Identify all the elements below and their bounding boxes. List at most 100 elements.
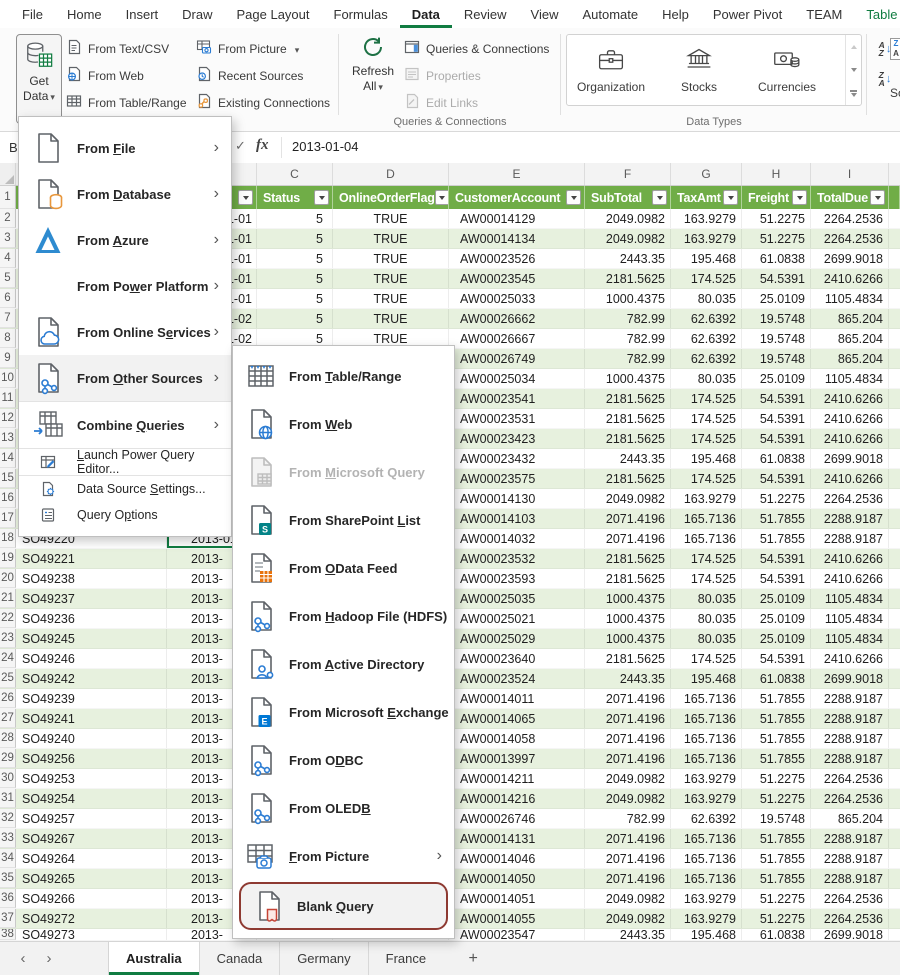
cell-subtotal[interactable]: 782.99 [585, 329, 671, 348]
cell-totaldue[interactable]: 2410.6266 [811, 429, 889, 448]
cell-totaldue[interactable]: 2410.6266 [811, 469, 889, 488]
cell-subtotal[interactable]: 2181.5625 [585, 269, 671, 288]
gallery-scroll-down[interactable] [846, 58, 861, 81]
cell-totaldue[interactable]: 1105.4834 [811, 629, 889, 648]
other-sources-menu-item[interactable]: Blank Query [239, 882, 448, 930]
cell-subtotal[interactable]: 2071.4196 [585, 849, 671, 868]
cell-taxamt[interactable]: 195.468 [671, 669, 742, 688]
enter-check-icon[interactable] [235, 138, 246, 154]
tab-insert[interactable]: Insert [114, 0, 171, 28]
cell-freight[interactable]: 25.0109 [742, 609, 811, 628]
row-number[interactable]: 37 [0, 909, 16, 928]
get-data-menu-item[interactable]: From File [19, 125, 231, 171]
cell-salesorder[interactable]: SO49264 [16, 849, 167, 868]
row-number[interactable]: 16 [0, 489, 16, 508]
cell-totaldue[interactable]: 2410.6266 [811, 409, 889, 428]
row-number[interactable]: 18 [0, 529, 16, 548]
row-number[interactable]: 34 [0, 849, 16, 868]
filter-button[interactable] [870, 190, 885, 205]
other-sources-menu-item[interactable]: From Web [233, 400, 454, 448]
cell-totaldue[interactable]: 2288.9187 [811, 689, 889, 708]
cell-taxamt[interactable]: 163.9279 [671, 769, 742, 788]
cell-totaldue[interactable]: 2288.9187 [811, 829, 889, 848]
cell-customeraccount[interactable]: AW00023532 [449, 549, 585, 568]
cell-salesorder[interactable]: SO49237 [16, 589, 167, 608]
cell-salesorder[interactable]: SO49241 [16, 709, 167, 728]
cell-totaldue[interactable]: 2410.6266 [811, 269, 889, 288]
row-number[interactable]: 4 [0, 249, 16, 268]
get-data-menu-item[interactable]: From Other Sources [19, 355, 231, 401]
cell-taxamt[interactable]: 165.7136 [671, 749, 742, 768]
row-number[interactable]: 30 [0, 769, 16, 788]
tab-review[interactable]: Review [452, 0, 519, 28]
header-customeraccount[interactable]: CustomerAccount [449, 186, 585, 209]
cell-customeraccount[interactable]: AW00014050 [449, 869, 585, 888]
add-sheet-button[interactable] [455, 942, 491, 975]
cell-salesorder[interactable]: SO49245 [16, 629, 167, 648]
cell-subtotal[interactable]: 2049.0982 [585, 229, 671, 248]
cell-salesorder[interactable]: SO49266 [16, 889, 167, 908]
column-header-d[interactable]: D [333, 163, 449, 185]
other-sources-menu-item[interactable]: From Picture [233, 832, 454, 880]
select-all-corner[interactable] [0, 163, 16, 185]
cell-customeraccount[interactable]: AW00023423 [449, 429, 585, 448]
cell-freight[interactable]: 61.0838 [742, 449, 811, 468]
row-number[interactable]: 11 [0, 389, 16, 408]
cell-subtotal[interactable]: 2071.4196 [585, 749, 671, 768]
row-number[interactable]: 27 [0, 709, 16, 728]
other-sources-menu-item[interactable]: From OData Feed [233, 544, 454, 592]
cell-salesorder[interactable]: SO49256 [16, 749, 167, 768]
cell-customeraccount[interactable]: AW00014211 [449, 769, 585, 788]
other-sources-menu-item[interactable]: From Table/Range [233, 352, 454, 400]
data-type-currencies[interactable]: Currencies [743, 35, 831, 105]
cell-freight[interactable]: 54.5391 [742, 569, 811, 588]
filter-button[interactable] [652, 190, 667, 205]
other-sources-menu-item[interactable]: From Microsoft Query [233, 448, 454, 496]
cell-totaldue[interactable]: 865.204 [811, 309, 889, 328]
cell-taxamt[interactable]: 174.525 [671, 389, 742, 408]
cell-totaldue[interactable]: 865.204 [811, 809, 889, 828]
cell-subtotal[interactable]: 2181.5625 [585, 469, 671, 488]
cell-salesorder[interactable]: SO49273 [16, 929, 167, 940]
get-data-menu-item[interactable]: From Online Services [19, 309, 231, 355]
recent-sources-button[interactable]: Recent Sources [196, 62, 330, 89]
cell-totaldue[interactable]: 2699.9018 [811, 669, 889, 688]
cell-subtotal[interactable]: 2071.4196 [585, 729, 671, 748]
cell-customeraccount[interactable]: AW00026662 [449, 309, 585, 328]
cell-totaldue[interactable]: 1105.4834 [811, 289, 889, 308]
cell-salesorder[interactable]: SO49272 [16, 909, 167, 928]
cell-freight[interactable]: 25.0109 [742, 629, 811, 648]
get-data-menu-item[interactable]: Data Source Settings... [19, 475, 231, 502]
cell-customeraccount[interactable]: AW00025033 [449, 289, 585, 308]
cell-taxamt[interactable]: 195.468 [671, 249, 742, 268]
cell-taxamt[interactable]: 174.525 [671, 549, 742, 568]
cell-subtotal[interactable]: 782.99 [585, 809, 671, 828]
column-header-c[interactable]: C [257, 163, 333, 185]
cell-salesorder[interactable]: SO49267 [16, 829, 167, 848]
cell-status[interactable]: 5 [257, 289, 333, 308]
cell-status[interactable]: 5 [257, 229, 333, 248]
cell-taxamt[interactable]: 62.6392 [671, 349, 742, 368]
row-number[interactable]: 12 [0, 409, 16, 428]
column-header-j[interactable] [889, 163, 900, 185]
existing-connections-button[interactable]: Existing Connections [196, 89, 330, 116]
cell-freight[interactable]: 51.2275 [742, 789, 811, 808]
row-number[interactable]: 6 [0, 289, 16, 308]
cell-salesorder[interactable]: SO49239 [16, 689, 167, 708]
cell-freight[interactable]: 54.5391 [742, 409, 811, 428]
cell-totaldue[interactable]: 1105.4834 [811, 369, 889, 388]
cell-customeraccount[interactable]: AW00014134 [449, 229, 585, 248]
row-number[interactable]: 22 [0, 609, 16, 628]
cell-freight[interactable]: 19.5748 [742, 309, 811, 328]
cell-subtotal[interactable]: 2181.5625 [585, 549, 671, 568]
row-number[interactable]: 24 [0, 649, 16, 668]
cell-totaldue[interactable]: 2699.9018 [811, 249, 889, 268]
row-number[interactable]: 35 [0, 869, 16, 888]
cell-totaldue[interactable]: 2288.9187 [811, 509, 889, 528]
cell-taxamt[interactable]: 62.6392 [671, 329, 742, 348]
formula-bar-value[interactable]: 2013-01-04 [292, 139, 359, 154]
cell-onlineorderflag[interactable]: TRUE [333, 249, 449, 268]
cell-totaldue[interactable]: 2699.9018 [811, 929, 889, 940]
other-sources-menu-item[interactable]: From Hadoop File (HDFS) [233, 592, 454, 640]
cell-taxamt[interactable]: 80.035 [671, 369, 742, 388]
